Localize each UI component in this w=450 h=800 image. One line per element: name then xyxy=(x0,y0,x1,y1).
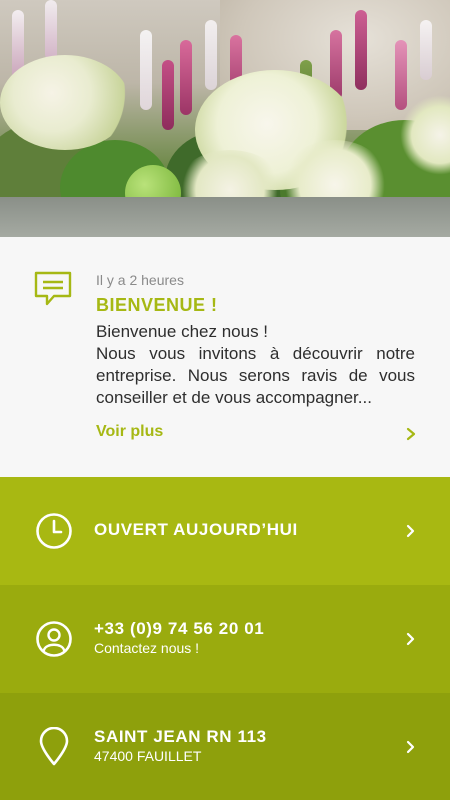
chevron-right-icon[interactable] xyxy=(405,427,417,441)
address-street: SAINT JEAN RN 113 xyxy=(94,727,267,746)
chevron-right-icon xyxy=(406,524,415,538)
contact-row[interactable]: +33 (0)9 74 56 20 01 Contactez nous ! xyxy=(0,585,450,693)
contact-subtitle: Contactez nous ! xyxy=(94,640,200,656)
message-card: Il y a 2 heures BIENVENUE ! Bienvenue ch… xyxy=(0,237,450,477)
address-row[interactable]: SAINT JEAN RN 113 47400 FAUILLET xyxy=(0,693,450,800)
address-city: 47400 FAUILLET xyxy=(94,748,202,764)
message-title: BIENVENUE ! xyxy=(96,295,218,315)
message-icon xyxy=(34,271,72,306)
chevron-right-icon xyxy=(406,740,415,754)
phone-number[interactable]: +33 (0)9 74 56 20 01 xyxy=(94,619,264,639)
message-body: Bienvenue chez nous ! Nous vous invitons… xyxy=(96,321,415,409)
see-more-link[interactable]: Voir plus xyxy=(96,423,163,441)
chevron-right-icon xyxy=(406,632,415,646)
opening-hours-title: OUVERT AUJOURD’HUI xyxy=(94,520,298,539)
message-line-2: Nous vous invitons à découvrir notre ent… xyxy=(96,344,415,407)
message-line-1: Bienvenue chez nous ! xyxy=(96,322,269,341)
user-icon xyxy=(36,621,72,657)
opening-hours-row[interactable]: OUVERT AUJOURD’HUI xyxy=(0,477,450,585)
clock-icon xyxy=(36,513,72,549)
flower-arrangement-image xyxy=(0,0,450,237)
location-pin-icon xyxy=(39,727,69,766)
message-time: Il y a 2 heures xyxy=(96,272,184,288)
planter-box xyxy=(0,197,450,237)
